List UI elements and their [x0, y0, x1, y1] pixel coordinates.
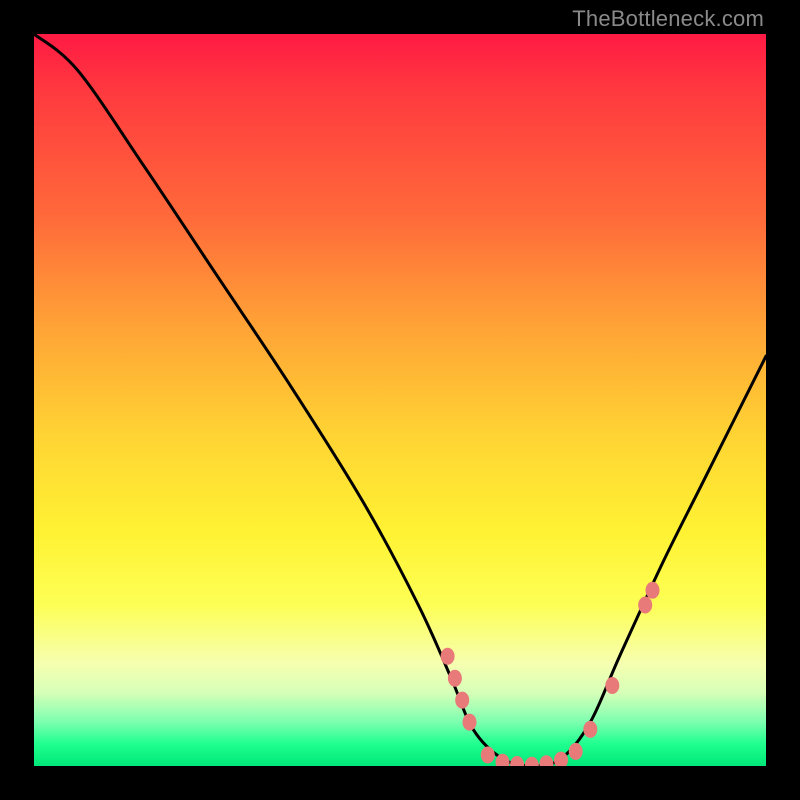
data-marker: [539, 755, 553, 766]
plot-area: [34, 34, 766, 766]
chart-frame: TheBottleneck.com: [0, 0, 800, 800]
curve-group: [34, 34, 766, 766]
data-marker: [455, 692, 469, 709]
bottleneck-curve: [34, 34, 766, 766]
data-marker: [605, 677, 619, 694]
watermark-text: TheBottleneck.com: [572, 6, 764, 32]
data-marker: [481, 747, 495, 764]
data-marker: [510, 756, 524, 766]
data-marker: [583, 721, 597, 738]
data-marker: [441, 648, 455, 665]
data-marker: [448, 670, 462, 687]
data-marker: [525, 757, 539, 766]
data-markers: [441, 582, 660, 766]
data-marker: [569, 743, 583, 760]
data-marker: [646, 582, 660, 599]
data-marker: [463, 714, 477, 731]
chart-svg: [34, 34, 766, 766]
data-marker: [638, 597, 652, 614]
